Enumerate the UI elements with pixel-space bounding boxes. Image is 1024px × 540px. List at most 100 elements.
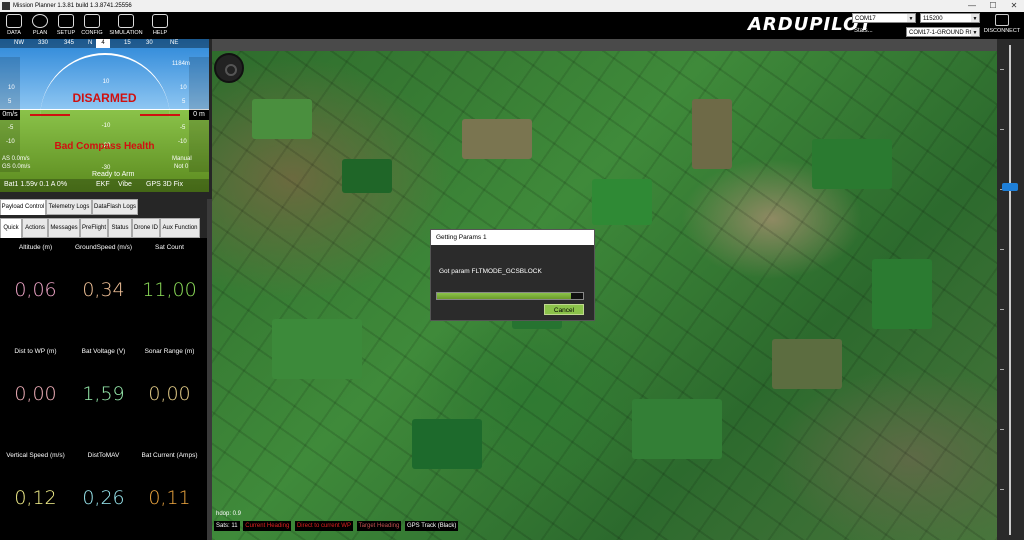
legend-target-heading: Target Heading [356, 521, 402, 531]
hud: NW 330 345 N 15 30 NE 4 10 5 -5 -10 10 5… [0, 39, 209, 192]
hdop-readout: hdop: 0.9 [216, 511, 242, 517]
heading-tick: 15 [124, 40, 131, 46]
tab-row-2: Quick Actions Messages PreFlight Status … [0, 218, 209, 238]
zoom-tick [1000, 129, 1004, 130]
disconnect-label: DISCONNECT [983, 28, 1021, 34]
alt-readout: 1184m [172, 61, 190, 67]
maximize-button[interactable]: ☐ [983, 0, 1003, 12]
map-field [272, 319, 362, 379]
menu-data[interactable]: DATA [0, 14, 28, 38]
chevron-down-icon: ▼ [907, 14, 915, 22]
quick-value: 0,00 [148, 383, 191, 405]
map-field [462, 119, 532, 159]
link-select[interactable]: COM17-1-GROUND RC ▼ [906, 27, 980, 37]
quick-label: Sonar Range (m) [144, 348, 195, 355]
menu-config[interactable]: CONFIG [78, 14, 106, 38]
menu-setup-label: SETUP [56, 30, 76, 36]
zoom-tick [1000, 69, 1004, 70]
menu-simulation-label: SIMULATION [109, 30, 143, 36]
tab-drone-id[interactable]: Drone ID [132, 218, 160, 238]
baud-select[interactable]: 115200 ▼ [920, 13, 980, 23]
cancel-button[interactable]: Cancel [544, 304, 584, 315]
map-field [412, 419, 482, 469]
menu-plan-label: PLAN [32, 30, 48, 36]
zoom-slider[interactable] [997, 39, 1024, 540]
tab-telemetry-logs[interactable]: Telemetry Logs [46, 199, 92, 215]
menu-setup[interactable]: SETUP [52, 14, 80, 38]
quick-cell[interactable]: Dist to WP (m) 0,00 [2, 348, 69, 405]
quick-cell[interactable]: Sonar Range (m) 0,00 [136, 348, 203, 405]
tab-payload-control[interactable]: Payload Control [0, 199, 46, 215]
heading-tick: N [88, 40, 93, 46]
quick-value: 0,06 [14, 279, 57, 301]
minimize-button[interactable]: — [962, 0, 982, 12]
tab-messages[interactable]: Messages [48, 218, 80, 238]
quick-panel: Altitude (m) 0,06 GroundSpeed (m/s) 0,34… [0, 238, 209, 540]
quick-cell[interactable]: Altitude (m) 0,06 [2, 244, 69, 301]
quick-value: 0,12 [14, 487, 57, 509]
monitor-icon [6, 14, 22, 28]
groundspeed-readout: GS 0.0m/s [2, 164, 31, 170]
quick-cell[interactable]: Vertical Speed (m/s) 0,12 [2, 452, 69, 509]
menu-plan[interactable]: PLAN [26, 14, 54, 38]
tab-status[interactable]: Status [108, 218, 132, 238]
satellite-map[interactable]: hdop: 0.9 Sats: 11 Current Heading Direc… [212, 39, 997, 540]
zoom-thumb[interactable] [1002, 183, 1018, 191]
tab-quick[interactable]: Quick [0, 218, 22, 238]
menu-config-label: CONFIG [81, 30, 103, 36]
zoom-tick [1000, 249, 1004, 250]
tab-actions[interactable]: Actions [22, 218, 48, 238]
menu-data-label: DATA [7, 30, 21, 36]
ekf-status[interactable]: EKF [96, 181, 110, 188]
heading-tick: 345 [64, 40, 75, 46]
dialog-message: Got param FLTMODE_GCSBLOCK [439, 268, 542, 275]
baud-value: 115200 [923, 16, 943, 22]
quick-cell[interactable]: DistToMAV 0,26 [70, 452, 137, 509]
menu-help[interactable]: HELP [146, 14, 174, 38]
disconnect-button[interactable]: DISCONNECT [982, 14, 1022, 38]
tab-aux-function[interactable]: Aux Function [160, 218, 200, 238]
attitude-reticle-left [30, 114, 70, 116]
quick-cell[interactable]: GroundSpeed (m/s) 0,34 [70, 244, 137, 301]
pitch-tick: -10 [101, 123, 111, 129]
simulation-icon [118, 14, 134, 28]
params-progress-bar [436, 292, 584, 300]
close-button[interactable]: ✕ [1004, 0, 1024, 12]
port-value: COM17 [855, 16, 876, 22]
compass-warning: Bad Compass Health [54, 141, 155, 152]
map-field [252, 99, 312, 139]
altitude-value: 0 m [189, 110, 209, 120]
legend-gps-track: GPS Track (Black) [405, 521, 459, 531]
menu-simulation[interactable]: SIMULATION [108, 14, 144, 38]
zoom-tick [1000, 429, 1004, 430]
vibe-status[interactable]: Vibe [118, 181, 132, 188]
plug-icon [995, 14, 1009, 26]
tab-dataflash-logs[interactable]: DataFlash Logs [92, 199, 138, 215]
sats-readout: Sats: 11 [214, 521, 240, 531]
stats-link[interactable]: Stats... [854, 28, 873, 34]
legend-direct-to-wp: Direct to current WP [294, 521, 353, 531]
menu-bar: DATA PLAN SETUP CONFIG SIMULATION HELP A… [0, 12, 1024, 39]
zoom-tick [1000, 489, 1004, 490]
map-top-bar [212, 39, 997, 51]
port-select[interactable]: COM17 ▼ [852, 13, 916, 23]
link-value: COM17-1-GROUND RC [909, 30, 975, 36]
quick-value: 0,11 [148, 487, 191, 509]
tab-preflight[interactable]: PreFlight [80, 218, 108, 238]
quick-cell[interactable]: Bat Current (Amps) 0,11 [136, 452, 203, 509]
legend-current-heading: Current Heading [243, 521, 292, 531]
quick-cell[interactable]: Bat Voltage (V) 1,59 [70, 348, 137, 405]
map-compass-icon [214, 53, 244, 83]
quick-label: GroundSpeed (m/s) [74, 244, 133, 251]
quick-label: Altitude (m) [18, 244, 53, 251]
getting-params-dialog: Getting Params 1 Got param FLTMODE_GCSBL… [430, 229, 595, 321]
quick-label: Bat Voltage (V) [81, 348, 126, 355]
quick-label: Sat Count [155, 244, 184, 251]
quick-value: 0,00 [14, 383, 57, 405]
attitude-reticle-right [140, 114, 180, 116]
quick-cell[interactable]: Sat Count 11,00 [136, 244, 203, 301]
airspeed-readout: AS 0.0m/s [2, 156, 30, 162]
gps-status: GPS 3D Fix [146, 181, 183, 188]
battery-readout: Bat1 1.59v 0.1 A 0% [4, 181, 68, 188]
chevron-down-icon: ▼ [971, 28, 979, 36]
